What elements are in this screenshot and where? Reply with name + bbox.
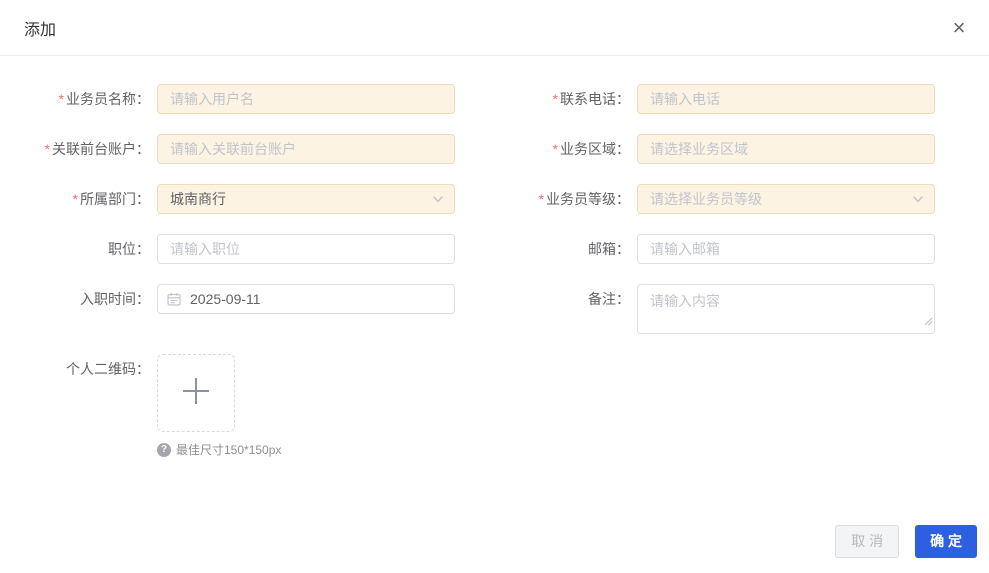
field-front-account: * 关联前台账户： xyxy=(24,134,455,164)
field-label: 备注： xyxy=(588,291,630,307)
field-label: * 所属部门： xyxy=(72,191,150,207)
field-label: * 业务员名称： xyxy=(58,91,150,107)
field-salesperson-name: * 业务员名称： xyxy=(24,84,455,114)
dialog-footer: 取 消 确 定 xyxy=(835,525,977,558)
chevron-down-icon xyxy=(432,193,444,205)
qrcode-hint: ? 最佳尺寸150*150px xyxy=(157,441,281,458)
field-department: * 所属部门： 城南商行 xyxy=(24,184,455,214)
close-icon[interactable]: × xyxy=(945,14,973,42)
business-region-select[interactable] xyxy=(637,134,935,164)
field-remark: 备注： xyxy=(505,284,935,334)
form-row-2: *关联前台账户： *业务区域： xyxy=(24,134,965,164)
required-mark: * xyxy=(552,91,558,107)
field-entry-date: 入职时间： xyxy=(24,284,455,314)
field-salesperson-level: * 业务员等级： 请选择业务员等级 xyxy=(505,184,935,214)
field-label: 邮箱： xyxy=(588,241,630,257)
entry-date-input[interactable] xyxy=(157,284,455,314)
cancel-button[interactable]: 取 消 xyxy=(835,525,900,558)
field-label: 个人二维码： xyxy=(66,361,150,377)
qrcode-hint-text: 最佳尺寸150*150px xyxy=(176,443,282,457)
field-position: 职位： xyxy=(24,234,455,264)
form-row-4: 职位： 邮箱： xyxy=(24,234,965,264)
required-mark: * xyxy=(72,191,78,207)
email-input[interactable] xyxy=(637,234,935,264)
qrcode-upload-button[interactable] xyxy=(157,354,235,432)
field-label: 职位： xyxy=(108,241,150,257)
field-label: * 业务区域： xyxy=(552,141,630,157)
salesperson-level-placeholder: 请选择业务员等级 xyxy=(650,191,762,207)
field-label: 入职时间： xyxy=(80,291,150,307)
position-input[interactable] xyxy=(157,234,455,264)
field-label: * 业务员等级： xyxy=(538,191,630,207)
dialog-title: 添加 xyxy=(24,21,57,39)
department-value: 城南商行 xyxy=(170,191,226,207)
dialog-body: *业务员名称： *联系电话： *关联前台账户： *业务区域： *所属部门： xyxy=(0,56,989,458)
field-label: * 关联前台账户： xyxy=(44,141,150,157)
contact-phone-input[interactable] xyxy=(637,84,935,114)
salesperson-level-select[interactable]: 请选择业务员等级 xyxy=(637,184,935,214)
plus-icon xyxy=(179,374,213,413)
form-row-5: 入职时间： 备注： xyxy=(24,284,965,334)
required-mark: * xyxy=(552,141,558,157)
field-personal-qrcode: 个人二维码： ? 最佳尺寸150*150px xyxy=(24,354,281,458)
field-contact-phone: * 联系电话： xyxy=(505,84,935,114)
salesperson-name-input[interactable] xyxy=(157,84,455,114)
dialog-header: 添加 × xyxy=(0,0,989,56)
required-mark: * xyxy=(538,191,544,207)
form-row-1: *业务员名称： *联系电话： xyxy=(24,84,965,114)
add-dialog: 添加 × *业务员名称： *联系电话： *关联前台账户： *业务区域： xyxy=(0,0,989,573)
front-account-input[interactable] xyxy=(157,134,455,164)
field-label: * 联系电话： xyxy=(552,91,630,107)
remark-textarea[interactable] xyxy=(637,284,935,334)
form-row-3: * 所属部门： 城南商行 * 业务员等级： 请选择业务员等级 xyxy=(24,184,965,214)
confirm-button[interactable]: 确 定 xyxy=(915,525,977,558)
chevron-down-icon xyxy=(912,193,924,205)
department-select[interactable]: 城南商行 xyxy=(157,184,455,214)
required-mark: * xyxy=(58,91,64,107)
required-mark: * xyxy=(44,141,50,157)
field-business-region: * 业务区域： xyxy=(505,134,935,164)
form-row-qrcode: 个人二维码： ? 最佳尺寸150*150px xyxy=(24,354,965,458)
question-icon: ? xyxy=(157,442,171,457)
field-email: 邮箱： xyxy=(505,234,935,264)
